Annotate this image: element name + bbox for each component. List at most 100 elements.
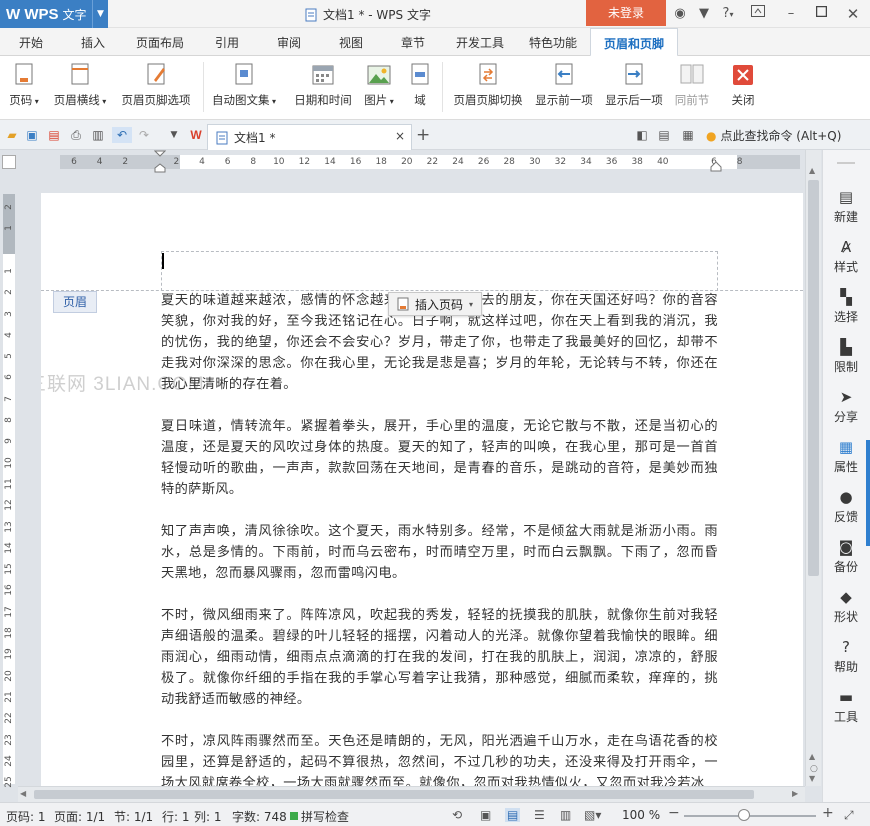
- zoom-slider-track[interactable]: [684, 815, 816, 817]
- zoom-level-text[interactable]: 100 %: [622, 808, 660, 822]
- show-previous-button[interactable]: 显示前一项: [532, 58, 596, 116]
- find-command-box[interactable]: ● 点此查找命令 (Alt+Q): [706, 127, 841, 144]
- customize-chevron-icon[interactable]: ▼: [166, 127, 182, 143]
- side-styles[interactable]: A̷ 样式: [823, 238, 869, 275]
- header-footer-options-button[interactable]: 页眉页脚选项: [118, 58, 194, 116]
- view-toggle-icon[interactable]: ◧: [634, 127, 650, 143]
- side-properties[interactable]: ▦ 属性: [823, 438, 869, 475]
- status-spell-check[interactable]: 拼写检查: [301, 808, 349, 825]
- print-icon[interactable]: ⎙: [68, 127, 84, 143]
- wps-menu-button[interactable]: W WPS 文字 ▼: [0, 0, 108, 28]
- side-tools[interactable]: ▬ 工具: [823, 688, 869, 725]
- scroll-left-icon[interactable]: ◀: [20, 789, 26, 798]
- minimize-icon[interactable]: –: [781, 4, 801, 24]
- close-window-icon[interactable]: ✕: [843, 4, 863, 24]
- scroll-right-icon[interactable]: ▶: [792, 789, 798, 798]
- tab-start[interactable]: 开始: [8, 28, 54, 56]
- web-view-icon[interactable]: ▥: [560, 808, 571, 822]
- select-browse-object-icon[interactable]: ○: [810, 764, 818, 774]
- shirt-icon[interactable]: ▼: [694, 4, 714, 24]
- status-page-number[interactable]: 页码: 1: [6, 808, 46, 825]
- tab-features[interactable]: 特色功能: [520, 28, 586, 56]
- zoom-out-icon[interactable]: −: [668, 805, 680, 821]
- tab-page-layout[interactable]: 页面布局: [128, 28, 192, 56]
- document-tab[interactable]: 文档1 * ×: [207, 124, 412, 150]
- menu-tabs: 开始 插入 页面布局 引用 审阅 视图 章节 开发工具 特色功能 页眉和页脚: [0, 28, 870, 57]
- zoom-slider-thumb[interactable]: [738, 809, 750, 821]
- document-page[interactable]: 三联网 3LIAN.COM 页眉 夏天的味道越来越浓，感情的怀念越来越深。那些远…: [41, 193, 803, 788]
- vertical-scrollbar[interactable]: ▲ ▲ ○ ▼: [805, 150, 821, 786]
- outline-view-icon[interactable]: ☰: [534, 808, 545, 822]
- date-time-button[interactable]: 日期和时间: [290, 58, 356, 116]
- ruler-number: 38: [631, 157, 643, 167]
- status-section[interactable]: 节: 1/1: [114, 808, 153, 825]
- tab-insert[interactable]: 插入: [70, 28, 116, 56]
- side-share[interactable]: ➤ 分享: [823, 388, 869, 425]
- horizontal-scroll-thumb[interactable]: [34, 790, 754, 799]
- header-line-button[interactable]: 页眉横线 ▾: [50, 58, 110, 116]
- skin-icon[interactable]: ◉: [670, 4, 690, 24]
- indent-marker-icon[interactable]: [154, 150, 166, 174]
- document-body[interactable]: 夏天的味道越来越浓，感情的怀念越来越深。那些远去的朋友，你在天国还好吗？你的音容…: [161, 290, 718, 788]
- print-preview-icon[interactable]: ▥: [90, 127, 106, 143]
- side-help[interactable]: ? 帮助: [823, 638, 869, 675]
- scroll-up-icon[interactable]: ▲: [809, 166, 815, 175]
- insert-page-number-button[interactable]: 插入页码 ▾: [388, 292, 482, 316]
- header-footer-switch-button[interactable]: 页眉页脚切换: [450, 58, 526, 116]
- previous-page-icon[interactable]: ▲: [809, 752, 815, 761]
- show-next-button[interactable]: 显示后一项: [602, 58, 666, 116]
- redo-icon[interactable]: ↷: [136, 127, 152, 143]
- side-shapes[interactable]: ◆ 形状: [823, 588, 869, 625]
- header-area[interactable]: [161, 251, 718, 291]
- status-column[interactable]: 列: 1: [194, 808, 222, 825]
- field-button[interactable]: 域: [406, 58, 434, 116]
- same-as-previous-button[interactable]: 同前节: [672, 58, 712, 116]
- reading-view-icon[interactable]: ▧▾: [584, 808, 601, 822]
- tab-review[interactable]: 审阅: [266, 28, 312, 56]
- picture-button[interactable]: 图片 ▾: [360, 58, 398, 116]
- vertical-scroll-thumb[interactable]: [808, 180, 819, 576]
- side-new[interactable]: ▤ 新建: [823, 188, 869, 225]
- close-header-footer-button[interactable]: 关闭: [726, 58, 760, 116]
- next-page-icon[interactable]: ▼: [809, 774, 815, 783]
- tab-stop-selector[interactable]: [2, 155, 16, 169]
- side-backup[interactable]: ◙ 备份: [823, 538, 869, 575]
- side-select[interactable]: ▚ 选择: [823, 288, 869, 325]
- maximize-icon[interactable]: [811, 4, 831, 24]
- help-icon[interactable]: ?▾: [716, 4, 740, 24]
- save-icon[interactable]: ▣: [24, 127, 40, 143]
- autotext-button[interactable]: 自动图文集 ▾: [210, 58, 278, 116]
- window-list-icon[interactable]: ▦: [680, 127, 696, 143]
- chevron-down-icon[interactable]: ▼: [92, 0, 108, 28]
- undo-icon[interactable]: ↶: [112, 127, 132, 143]
- status-pages[interactable]: 页面: 1/1: [54, 808, 105, 825]
- login-button[interactable]: 未登录: [586, 0, 666, 26]
- restore-ribbon-icon[interactable]: [748, 4, 768, 24]
- tab-references[interactable]: 引用: [204, 28, 250, 56]
- right-indent-marker-icon[interactable]: [710, 160, 722, 172]
- open-folder-icon[interactable]: ▰: [4, 127, 20, 143]
- side-feedback[interactable]: ● 反馈: [823, 488, 869, 525]
- page-number-button[interactable]: 页码 ▾: [4, 58, 44, 116]
- close-tab-icon[interactable]: ×: [395, 129, 405, 143]
- tab-list-icon[interactable]: ▤: [656, 127, 672, 143]
- wps-home-icon[interactable]: W: [188, 127, 204, 143]
- side-restrict[interactable]: ▙ 限制: [823, 338, 869, 375]
- help-circle-icon: ?: [842, 638, 850, 656]
- zoom-in-icon[interactable]: +: [822, 805, 834, 821]
- tab-developer[interactable]: 开发工具: [448, 28, 512, 56]
- tab-header-footer[interactable]: 页眉和页脚: [590, 28, 678, 57]
- tab-view[interactable]: 视图: [328, 28, 374, 56]
- export-pdf-icon[interactable]: ▤: [46, 127, 62, 143]
- status-word-count[interactable]: 字数: 748: [232, 808, 287, 825]
- fullscreen-icon[interactable]: ⤢: [844, 808, 854, 823]
- status-row[interactable]: 行: 1: [162, 808, 190, 825]
- fit-page-icon[interactable]: ▣: [480, 808, 491, 822]
- tab-section[interactable]: 章节: [390, 28, 436, 56]
- horizontal-scrollbar[interactable]: ◀ ▶: [18, 786, 805, 802]
- page-view-icon[interactable]: ▤: [505, 808, 521, 822]
- ruler-number: 17: [4, 605, 14, 618]
- new-tab-icon[interactable]: +: [416, 125, 430, 145]
- horizontal-ruler: 6 4 2 2 4 6 8 10 12 14 16 18 20 22 24 26 28 30 32 34 36 38 40 6…: [20, 150, 805, 174]
- history-icon[interactable]: ⟲: [452, 808, 462, 822]
